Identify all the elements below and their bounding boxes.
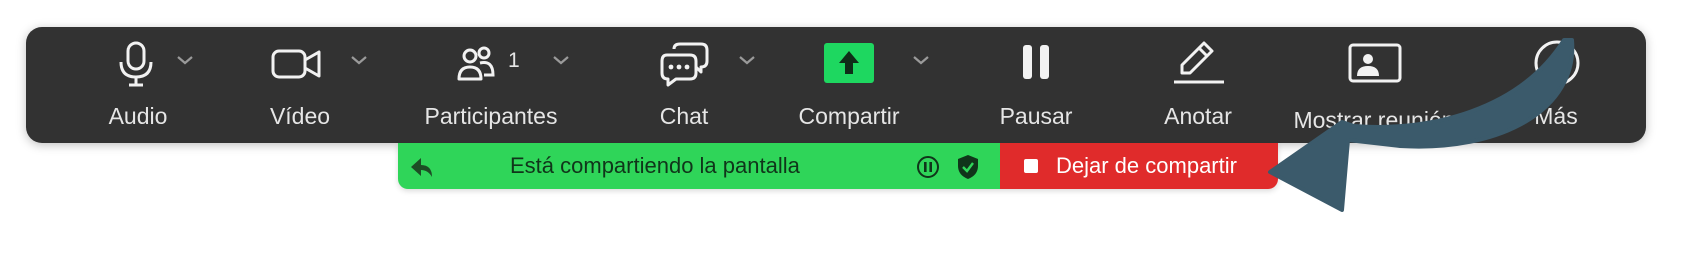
audio-button[interactable]: Audio xyxy=(86,27,186,143)
audio-options-chevron-down-icon[interactable] xyxy=(174,53,196,67)
pause-share-button[interactable]: Pausar xyxy=(984,27,1094,143)
stop-square-icon xyxy=(1024,159,1038,173)
pause-label: Pausar xyxy=(999,103,1073,129)
microphone-icon xyxy=(119,41,153,87)
sharing-status-text: Está compartiendo la pantalla xyxy=(510,153,800,178)
annotate-label: Anotar xyxy=(1164,103,1232,129)
participants-options-chevron-down-icon[interactable] xyxy=(550,53,572,67)
chat-button[interactable]: Chat xyxy=(646,27,726,143)
video-label: Vídeo xyxy=(269,103,331,129)
participants-label: Participantes xyxy=(424,103,558,129)
show-meeting-label: Mostrar reunión xyxy=(1293,107,1455,133)
participants-button[interactable]: 1 Participantes xyxy=(406,27,576,143)
annotate-button[interactable]: Anotar xyxy=(1146,27,1256,143)
chat-options-chevron-down-icon[interactable] xyxy=(736,53,758,67)
more-options-icon xyxy=(1534,40,1580,86)
video-camera-icon xyxy=(271,49,321,79)
video-button[interactable]: Vídeo xyxy=(256,27,366,143)
stop-sharing-label: Dejar de compartir xyxy=(1056,153,1237,178)
participants-icon xyxy=(457,46,495,81)
share-screen-icon xyxy=(824,43,874,83)
chat-label: Chat xyxy=(659,103,709,129)
pencil-icon xyxy=(1174,41,1224,84)
audio-label: Audio xyxy=(108,103,168,129)
meeting-toolbar: Audio Vídeo 1 Participantes Chat Compart… xyxy=(26,27,1646,143)
show-meeting-button[interactable]: Mostrar reunión xyxy=(1286,27,1466,143)
more-button[interactable]: Más xyxy=(1506,27,1606,143)
stop-sharing-button[interactable]: Dejar de compartir xyxy=(1000,143,1278,189)
meeting-window-icon xyxy=(1348,43,1402,83)
participants-count-badge: 1 xyxy=(508,49,520,72)
share-screen-button[interactable]: Compartir xyxy=(796,27,916,143)
chat-bubble-icon xyxy=(660,42,709,87)
more-label: Más xyxy=(1534,103,1578,129)
video-options-chevron-down-icon[interactable] xyxy=(348,53,370,67)
security-shield-icon[interactable] xyxy=(956,153,980,181)
back-arrow-icon xyxy=(411,158,432,177)
sharing-status-panel[interactable]: Está compartiendo la pantalla xyxy=(398,143,1000,189)
pause-icon xyxy=(1023,45,1049,79)
pause-circle-icon[interactable] xyxy=(916,155,940,179)
share-label: Compartir xyxy=(798,103,900,129)
share-options-chevron-down-icon[interactable] xyxy=(910,53,932,67)
screen-sharing-bar: Está compartiendo la pantalla Dejar de c… xyxy=(398,143,1278,189)
